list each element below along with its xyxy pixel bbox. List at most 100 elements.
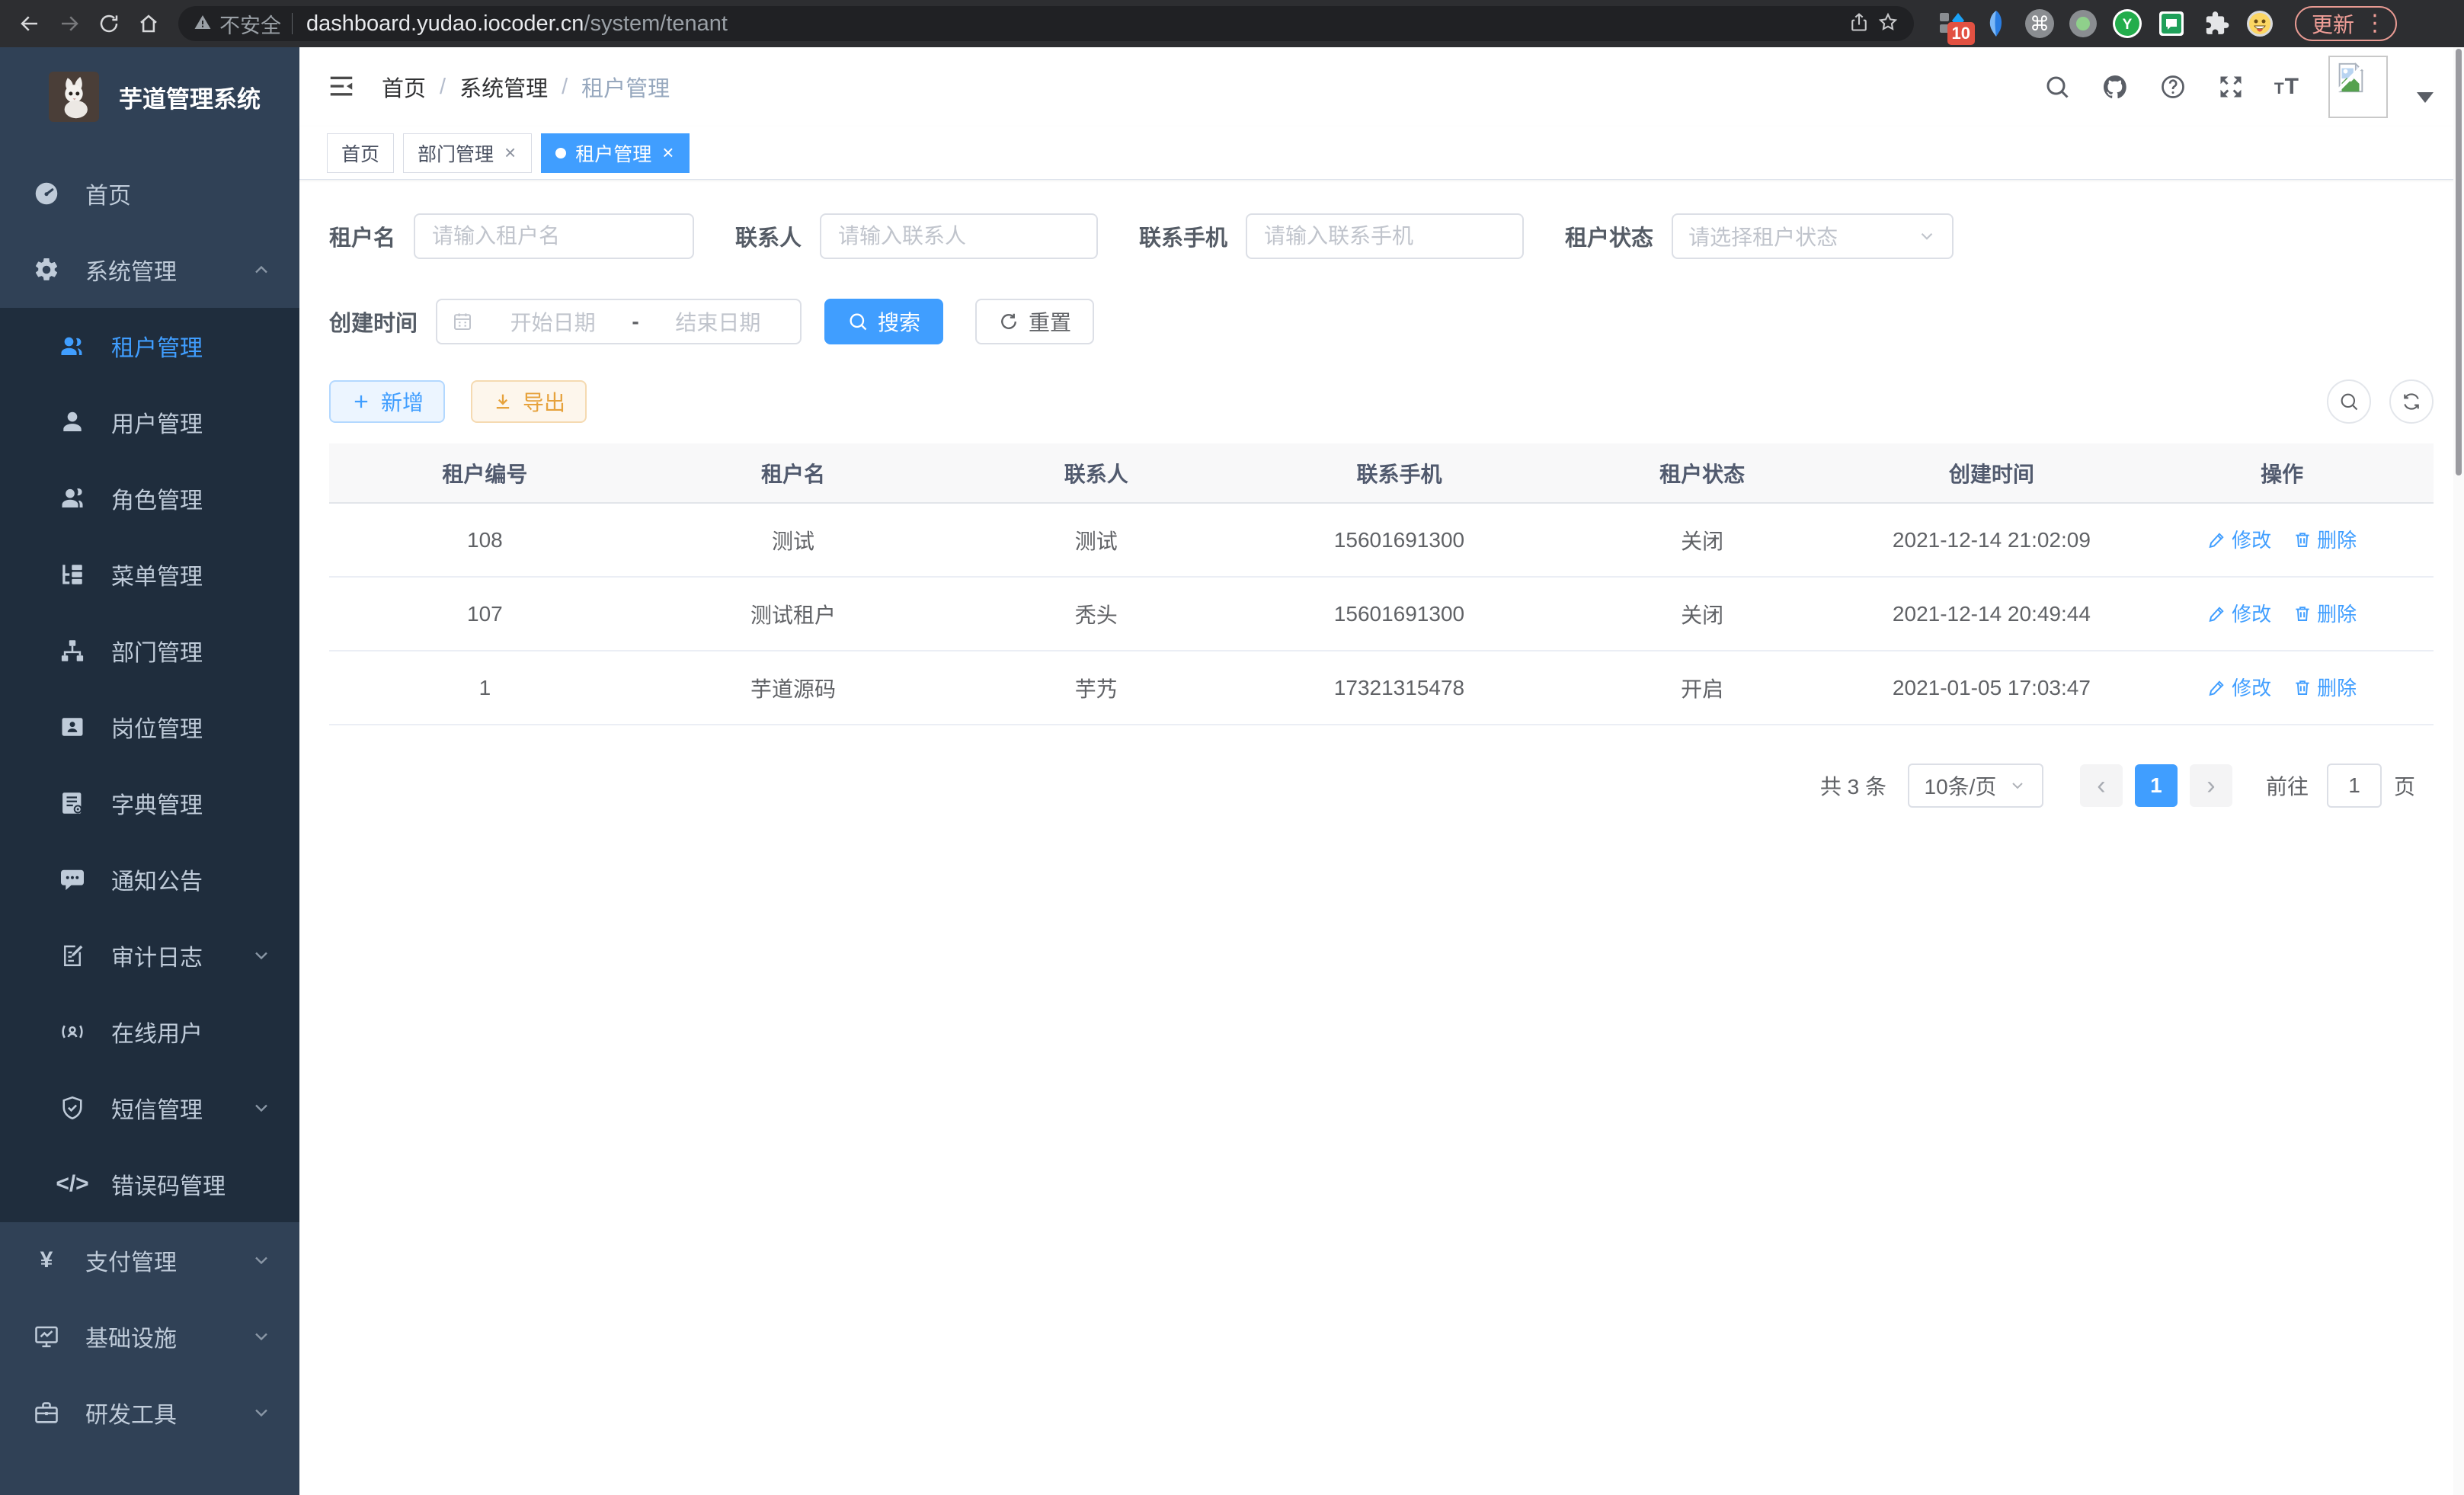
tab-close-icon[interactable]: × [661, 141, 675, 165]
fullscreen-icon[interactable] [2216, 72, 2245, 101]
sidebar-item-system-management[interactable]: 系统管理 [0, 232, 299, 308]
page-size-select[interactable]: 10条/页 [1908, 764, 2043, 808]
briefcase-icon [32, 1398, 61, 1427]
command-extension-icon[interactable]: ⌘ [2025, 9, 2054, 38]
edit-pencil-icon [2207, 677, 2227, 697]
chevron-up-icon [251, 259, 272, 280]
emoji-extension-icon[interactable] [2245, 8, 2275, 39]
browser-menu-icon[interactable]: ⋮ [2363, 12, 2386, 35]
tab-dept-management[interactable]: 部门管理 × [403, 133, 532, 173]
tab-tenant-management[interactable]: 租户管理 × [541, 133, 690, 173]
sidebar-item-dev-tools[interactable]: 研发工具 [0, 1375, 299, 1451]
share-icon[interactable] [1848, 11, 1870, 37]
sidebar-item-infrastructure[interactable]: 基础设施 [0, 1298, 299, 1375]
refresh-table-button[interactable] [2389, 379, 2434, 424]
sidebar-item-audit-log[interactable]: 审计日志 [0, 917, 299, 994]
sidebar-item-notice[interactable]: 通知公告 [0, 841, 299, 917]
sidebar-item-post-management[interactable]: 岗位管理 [0, 689, 299, 765]
avatar-dropdown-caret-icon[interactable] [2417, 92, 2434, 103]
url-text[interactable]: dashboard.yudao.iocoder.cn/system/tenant [306, 11, 1848, 37]
post-card-icon [58, 712, 87, 741]
tab-home[interactable]: 首页 [327, 133, 394, 173]
sidebar-item-sms-management[interactable]: 短信管理 [0, 1070, 299, 1146]
edit-button[interactable]: 修改 [2207, 673, 2271, 701]
sidebar-item-dept-management[interactable]: 部门管理 [0, 613, 299, 689]
sidebar-item-label: 系统管理 [85, 253, 177, 287]
prev-page-button[interactable]: ‹ [2080, 764, 2123, 807]
start-date-placeholder[interactable]: 开始日期 [485, 306, 621, 337]
browser-reload-button[interactable] [91, 6, 126, 41]
dict-book-icon [58, 789, 87, 818]
sidebar-menu: 首页系统管理租户管理用户管理角色管理菜单管理部门管理岗位管理字典管理通知公告审计… [0, 145, 299, 1451]
next-page-button[interactable]: › [2190, 764, 2232, 807]
sidebar-item-payment-management[interactable]: ¥支付管理 [0, 1222, 299, 1298]
cell-created: 2021-01-05 17:03:47 [1853, 651, 2131, 725]
recorder-extension-icon[interactable] [2068, 8, 2098, 39]
col-phone: 联系手机 [1246, 443, 1551, 503]
tab-close-icon[interactable]: × [503, 141, 517, 165]
page-1-button[interactable]: 1 [2135, 764, 2178, 807]
sidebar-item-label: 错误码管理 [111, 1167, 226, 1201]
y-green-extension-icon[interactable]: Y [2112, 8, 2142, 39]
search-button[interactable]: 搜索 [824, 299, 943, 344]
sidebar-item-role-management[interactable]: 角色管理 [0, 460, 299, 536]
search-icon [847, 311, 869, 332]
toggle-search-button[interactable] [2327, 379, 2371, 424]
header-search-icon[interactable] [2043, 72, 2072, 101]
delete-button[interactable]: 删除 [2293, 525, 2357, 553]
breadcrumb-separator: / [440, 75, 446, 100]
goto-page-input[interactable] [2327, 764, 2382, 808]
tenant-name-input[interactable] [414, 213, 694, 259]
browser-forward-button[interactable] [52, 6, 87, 41]
delete-button[interactable]: 删除 [2293, 599, 2357, 627]
sidebar-item-online-user[interactable]: 在线用户 [0, 994, 299, 1070]
add-button[interactable]: 新增 [329, 380, 445, 423]
security-label[interactable]: 不安全 [219, 9, 281, 39]
tab-label: 首页 [341, 139, 379, 167]
app-logo[interactable]: 芋道管理系统 [0, 47, 299, 145]
pagination: 共 3 条 10条/页 ‹ 1 › 前往 页 [329, 764, 2434, 808]
browser-back-button[interactable] [12, 6, 47, 41]
status-select[interactable]: 请选择租户状态 [1672, 213, 1954, 259]
sidebar-item-error-code-management[interactable]: </>错误码管理 [0, 1146, 299, 1222]
browser-update-button[interactable]: 更新 ⋮ [2295, 6, 2397, 41]
breadcrumb-system[interactable]: 系统管理 [459, 71, 548, 103]
notes-diamond-extension-icon[interactable]: 10 [1937, 8, 1967, 39]
edit-button[interactable]: 修改 [2207, 525, 2271, 553]
delete-button[interactable]: 删除 [2293, 673, 2357, 701]
contact-input[interactable] [820, 213, 1098, 259]
sidebar-item-menu-management[interactable]: 菜单管理 [0, 536, 299, 613]
sidebar-item-tenant-management[interactable]: 租户管理 [0, 308, 299, 384]
sidebar-item-dict-management[interactable]: 字典管理 [0, 765, 299, 841]
sidebar-fold-icon[interactable] [327, 72, 357, 102]
spinnaker-extension-icon[interactable] [1981, 8, 2011, 39]
create-time-range-picker[interactable]: 开始日期 - 结束日期 [436, 299, 802, 344]
sidebar-item-home[interactable]: 首页 [0, 155, 299, 232]
bookmark-star-icon[interactable] [1877, 11, 1899, 37]
tenant-page: 租户名 联系人 联系手机 租户状态 请选择租户状态 [299, 180, 2464, 1495]
sidebar-item-label: 基础设施 [85, 1320, 177, 1353]
phone-input[interactable] [1246, 213, 1524, 259]
font-size-icon[interactable]: TT [2274, 74, 2299, 100]
browser-home-button[interactable] [131, 6, 166, 41]
puzzle-extensions-icon[interactable] [2200, 8, 2231, 39]
reset-button[interactable]: 重置 [975, 299, 1094, 344]
sidebar-item-user-management[interactable]: 用户管理 [0, 384, 299, 460]
github-icon[interactable] [2101, 72, 2130, 101]
address-bar[interactable]: 不安全 dashboard.yudao.iocoder.cn/system/te… [178, 6, 1914, 41]
window-scrollbar[interactable] [2453, 47, 2464, 1495]
export-button[interactable]: 导出 [471, 380, 587, 423]
edit-button[interactable]: 修改 [2207, 599, 2271, 627]
green-chat-extension-icon[interactable] [2156, 8, 2187, 39]
end-date-placeholder[interactable]: 结束日期 [650, 306, 786, 337]
sidebar-item-label: 用户管理 [111, 405, 203, 439]
help-icon[interactable] [2158, 72, 2187, 101]
breadcrumb-home[interactable]: 首页 [382, 71, 426, 103]
avatar[interactable] [2328, 56, 2388, 118]
scrollbar-thumb[interactable] [2456, 49, 2462, 475]
tags-view: 首页 部门管理 × 租户管理 × [299, 126, 2464, 180]
sidebar-item-label: 首页 [85, 177, 131, 210]
cell-actions: 修改删除 [2130, 503, 2434, 577]
trash-icon [2293, 603, 2312, 623]
active-tab-dot-icon [555, 148, 566, 158]
